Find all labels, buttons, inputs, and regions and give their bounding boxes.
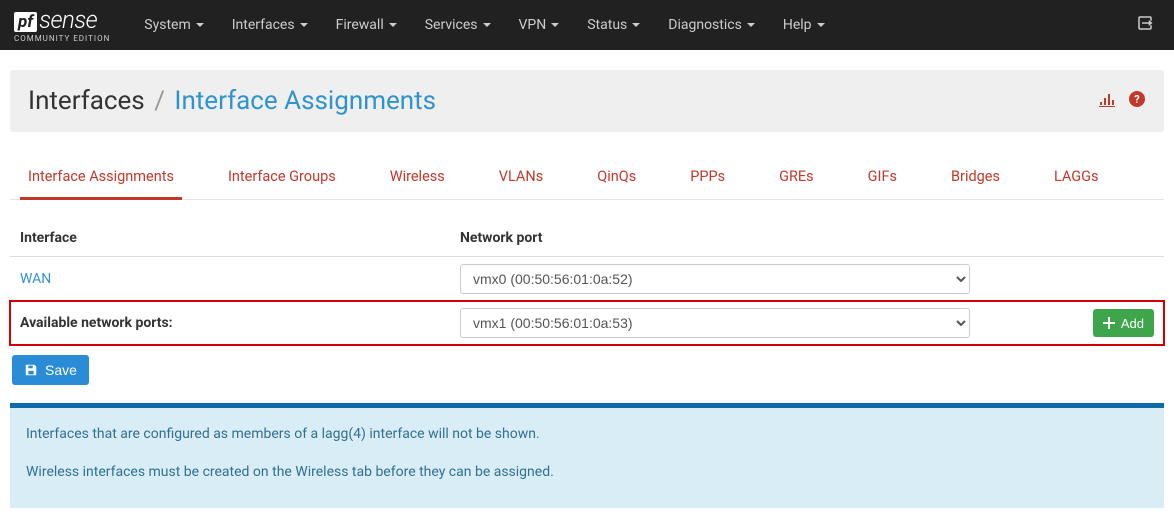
help-icon[interactable]: ?: [1128, 91, 1146, 111]
nav-vpn[interactable]: VPN: [505, 2, 574, 48]
interface-table: Interface Network port WAN vmx0 (00:50:5…: [10, 222, 1164, 345]
row-available-ports: Available network ports: vmx1 (00:50:56:…: [10, 301, 1164, 345]
caret-icon: [483, 23, 491, 27]
info-line-2: Wireless interfaces must be created on t…: [26, 464, 1148, 480]
wan-port-select[interactable]: vmx0 (00:50:56:01:0a:52): [460, 264, 970, 294]
interface-wan-link[interactable]: WAN: [20, 271, 51, 287]
available-port-select[interactable]: vmx1 (00:50:56:01:0a:53): [460, 308, 970, 338]
tab-qinqs[interactable]: QinQs: [589, 158, 644, 199]
crumb-main[interactable]: Interfaces: [28, 86, 145, 116]
nav-services[interactable]: Services: [411, 2, 505, 48]
caret-icon: [196, 23, 204, 27]
row-wan: WAN vmx0 (00:50:56:01:0a:52): [10, 257, 1164, 302]
logout-icon[interactable]: [1130, 0, 1160, 51]
col-interface: Interface: [10, 222, 450, 257]
caret-icon: [551, 23, 559, 27]
svg-text:?: ?: [1134, 93, 1140, 106]
plus-icon: [1103, 317, 1115, 329]
available-ports-label: Available network ports:: [10, 301, 450, 345]
breadcrumb: Interfaces / Interface Assignments: [28, 86, 1098, 116]
tab-gifs[interactable]: GIFs: [860, 158, 905, 199]
crumb-sep: /: [154, 86, 165, 116]
caret-icon: [300, 23, 308, 27]
bar-chart-icon[interactable]: [1098, 91, 1116, 111]
top-navbar: pf sense COMMUNITY EDITION System Interf…: [0, 0, 1174, 50]
brand-logo[interactable]: pf sense COMMUNITY EDITION: [14, 8, 110, 43]
brand-sense: sense: [39, 8, 97, 32]
col-port: Network port: [450, 222, 1083, 257]
save-icon: [24, 363, 38, 377]
tab-wireless[interactable]: Wireless: [382, 158, 453, 199]
caret-icon: [389, 23, 397, 27]
add-button[interactable]: Add: [1093, 309, 1154, 337]
tab-ppps[interactable]: PPPs: [682, 158, 733, 199]
page-header: Interfaces / Interface Assignments ?: [10, 70, 1164, 132]
tab-bridges[interactable]: Bridges: [943, 158, 1008, 199]
info-line-1: Interfaces that are configured as member…: [26, 426, 1148, 442]
info-alert: Interfaces that are configured as member…: [10, 403, 1164, 508]
tab-vlans[interactable]: VLANs: [491, 158, 551, 199]
nav-firewall[interactable]: Firewall: [322, 2, 411, 48]
nav-system[interactable]: System: [130, 2, 217, 48]
nav-items: System Interfaces Firewall Services VPN …: [130, 2, 838, 48]
save-button[interactable]: Save: [12, 355, 89, 385]
tab-laggs[interactable]: LAGGs: [1046, 158, 1107, 199]
tab-interface-assignments[interactable]: Interface Assignments: [20, 158, 182, 200]
crumb-sub[interactable]: Interface Assignments: [174, 86, 436, 116]
caret-icon: [747, 23, 755, 27]
nav-diagnostics[interactable]: Diagnostics: [654, 2, 769, 48]
brand-pf: pf: [14, 12, 37, 32]
nav-interfaces[interactable]: Interfaces: [218, 2, 322, 48]
caret-icon: [632, 23, 640, 27]
caret-icon: [817, 23, 825, 27]
sub-tabs: Interface Assignments Interface Groups W…: [10, 140, 1164, 200]
nav-help[interactable]: Help: [769, 2, 839, 48]
tab-gres[interactable]: GREs: [771, 158, 822, 199]
tab-interface-groups[interactable]: Interface Groups: [220, 158, 344, 199]
nav-status[interactable]: Status: [573, 2, 654, 48]
brand-edition: COMMUNITY EDITION: [14, 34, 110, 43]
